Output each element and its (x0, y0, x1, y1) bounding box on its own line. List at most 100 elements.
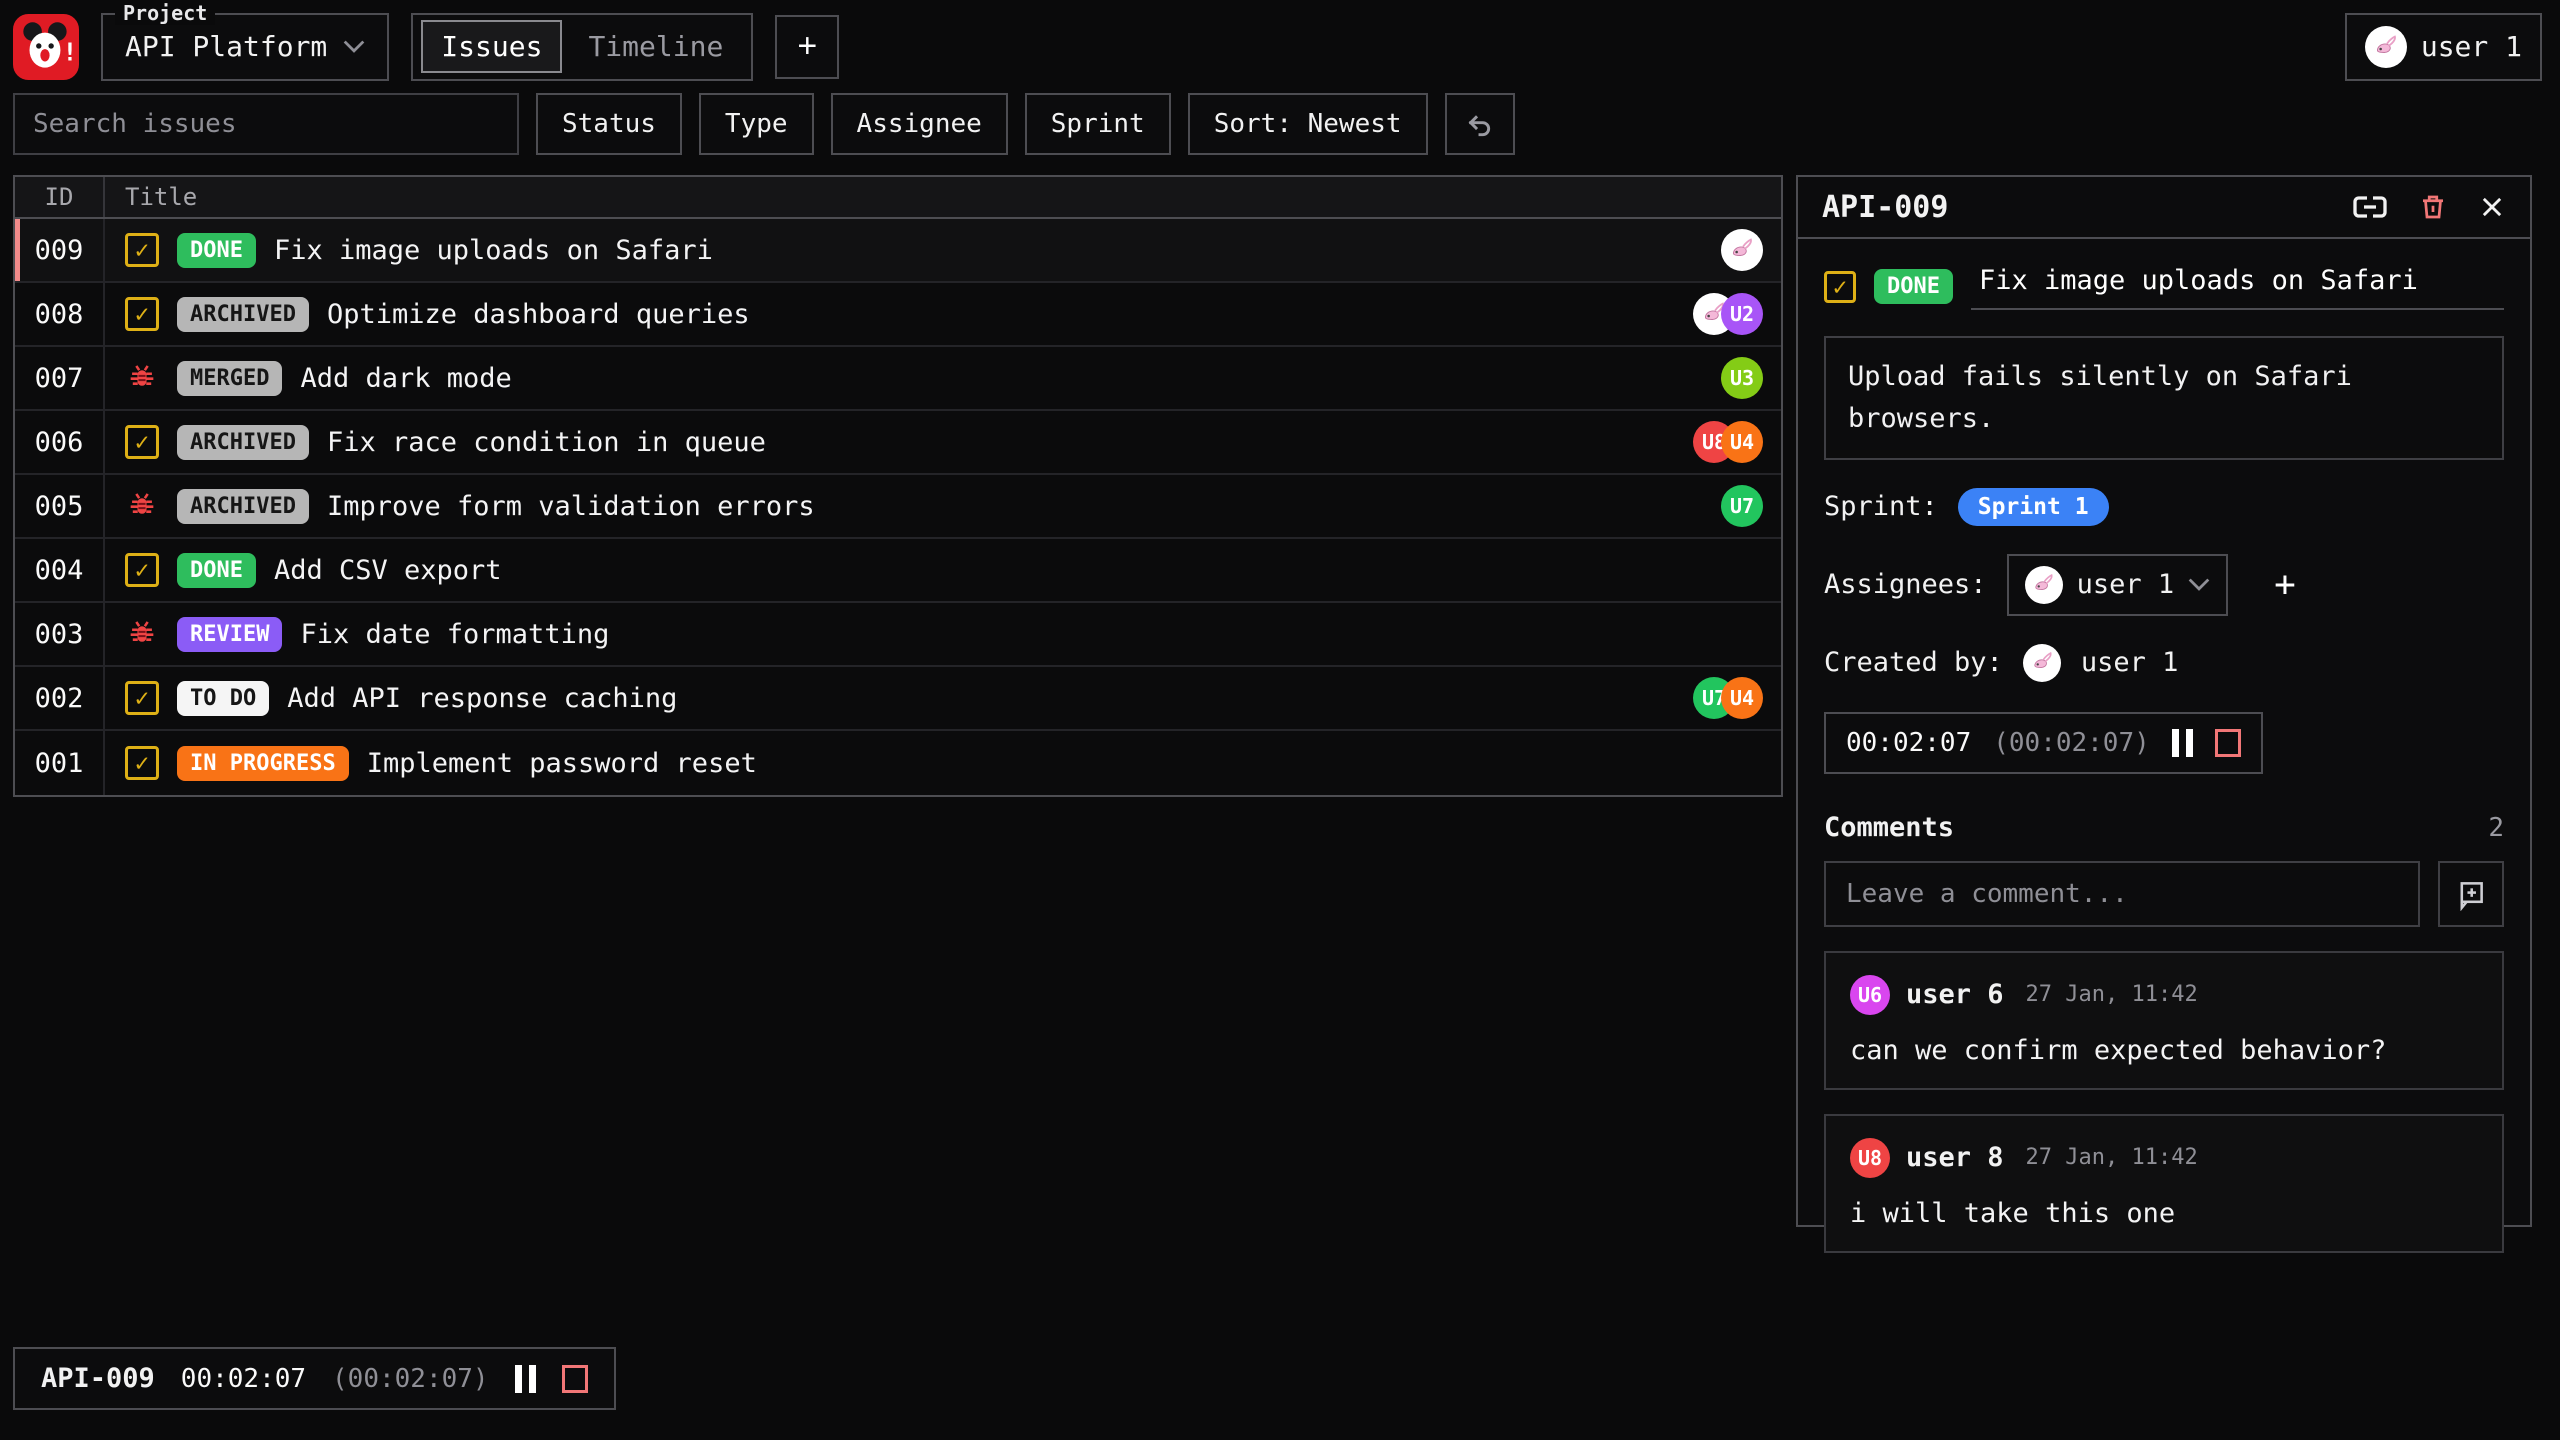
issue-title-row: ✓ DONE Fix image uploads on Safari (1824, 263, 2504, 310)
issue-id-cell: 007 (15, 347, 105, 409)
copy-link-icon[interactable] (2352, 195, 2388, 219)
issue-description[interactable]: Upload fails silently on Safari browsers… (1824, 336, 2504, 460)
table-row[interactable]: 004 ✓ DONE Add CSV export (15, 539, 1781, 603)
assignee-avatar (2025, 566, 2063, 604)
reset-filters-button[interactable] (1445, 93, 1515, 155)
comment-card: U8 user 8 27 Jan, 11:42 i will take this… (1824, 1114, 2504, 1253)
created-by-label: Created by: (1824, 647, 2003, 678)
user-avatar (2365, 26, 2407, 68)
comments-heading: Comments (1824, 812, 1954, 843)
table-row[interactable]: 002 ✓ TO DO Add API response caching U7U… (15, 667, 1781, 731)
table-row[interactable]: 008 ✓ ARCHIVED Optimize dashboard querie… (15, 283, 1781, 347)
issue-title-cell: REVIEW Fix date formatting (105, 603, 1781, 665)
commenter-avatar: U8 (1850, 1138, 1890, 1178)
issue-title-cell: ✓ IN PROGRESS Implement password reset (105, 731, 1781, 795)
commenter-avatar: U6 (1850, 975, 1890, 1015)
table-row[interactable]: 001 ✓ IN PROGRESS Implement password res… (15, 731, 1781, 795)
global-timer-bar: API-009 00:02:07 (00:02:07) (13, 1347, 616, 1410)
issue-title-cell: MERGED Add dark mode U3 (105, 347, 1781, 409)
task-checkbox-icon: ✓ (125, 297, 159, 331)
assignee-avatars: U2 (1693, 293, 1765, 335)
issue-detail-panel: API-009 ✓ DONE (1796, 175, 2532, 1227)
commenter-name: user 8 (1906, 1142, 2004, 1173)
issue-id-cell: 005 (15, 475, 105, 537)
issue-id: 009 (35, 235, 84, 266)
issue-id-cell: 004 (15, 539, 105, 601)
pause-timer-button[interactable] (2172, 729, 2193, 757)
avatar: U7 (1721, 485, 1763, 527)
comment-timestamp: 27 Jan, 11:42 (2026, 1145, 2198, 1170)
task-checkbox-icon[interactable]: ✓ (1824, 271, 1856, 303)
assignee-select[interactable]: user 1 (2007, 554, 2229, 616)
id-column-header: ID (15, 177, 105, 217)
issue-title: Fix date formatting (300, 619, 609, 650)
project-label: Project (115, 1, 215, 25)
issue-title: Optimize dashboard queries (327, 299, 750, 330)
created-by-row: Created by: user 1 (1824, 644, 2504, 682)
comment-input[interactable] (1824, 861, 2420, 927)
issue-title: Fix image uploads on Safari (274, 235, 713, 266)
sprint-label: Sprint: (1824, 491, 1938, 522)
sort-button[interactable]: Sort: Newest (1188, 93, 1428, 155)
task-checkbox-icon: ✓ (125, 553, 159, 587)
assignee-avatars: U7 (1721, 485, 1765, 527)
tab-timeline[interactable]: Timeline (568, 20, 743, 73)
issue-id-cell: 003 (15, 603, 105, 665)
issue-title: Add API response caching (287, 683, 677, 714)
stop-timer-button[interactable] (2215, 729, 2241, 757)
bug-icon (125, 489, 159, 523)
issue-id-cell: 008 (15, 283, 105, 345)
filter-bar: Status Type Assignee Sprint Sort: Newest (13, 93, 2547, 155)
bug-icon (125, 617, 159, 651)
issue-id: 002 (35, 683, 84, 714)
type-filter-button[interactable]: Type (699, 93, 814, 155)
sprint-chip[interactable]: Sprint 1 (1958, 488, 2109, 526)
stop-timer-button[interactable] (562, 1365, 588, 1393)
task-checkbox-icon: ✓ (125, 425, 159, 459)
search-input[interactable] (13, 93, 519, 155)
avatar: U2 (1721, 293, 1763, 335)
table-row[interactable]: 009 ✓ DONE Fix image uploads on Safari (15, 219, 1781, 283)
timer-total: (00:02:07) (1993, 728, 2150, 758)
table-row[interactable]: 007 MERGED Add dark mode U3 (15, 347, 1781, 411)
status-badge: REVIEW (177, 617, 282, 652)
avatar: U3 (1721, 357, 1763, 399)
status-badge: DONE (177, 553, 256, 588)
status-badge: ARCHIVED (177, 489, 309, 524)
submit-comment-button[interactable] (2438, 861, 2504, 927)
comment-text: i will take this one (1850, 1198, 2478, 1229)
add-view-button[interactable]: + (775, 15, 839, 79)
comments-count: 2 (2488, 813, 2504, 843)
issue-id: 006 (35, 427, 84, 458)
issue-id: 008 (35, 299, 84, 330)
add-assignee-button[interactable]: + (2274, 567, 2296, 603)
status-filter-button[interactable]: Status (536, 93, 682, 155)
delete-issue-icon[interactable] (2418, 191, 2448, 223)
table-row[interactable]: 006 ✓ ARCHIVED Fix race condition in que… (15, 411, 1781, 475)
task-checkbox-icon: ✓ (125, 233, 159, 267)
project-selector[interactable]: Project API Platform (101, 13, 389, 81)
tab-issues[interactable]: Issues (421, 20, 562, 73)
comment-card: U6 user 6 27 Jan, 11:42 can we confirm e… (1824, 951, 2504, 1090)
table-row[interactable]: 003 REVIEW Fix date formatting (15, 603, 1781, 667)
status-badge: DONE (177, 233, 256, 268)
close-panel-icon[interactable] (2478, 193, 2506, 221)
sprint-filter-button[interactable]: Sprint (1025, 93, 1171, 155)
issue-id: 007 (35, 363, 84, 394)
current-user-chip[interactable]: user 1 (2345, 13, 2542, 81)
sprint-row: Sprint: Sprint 1 (1824, 488, 2504, 526)
issues-table: ID Title 009 ✓ DONE Fix image uploads on… (13, 175, 1783, 797)
issue-title-field[interactable]: Fix image uploads on Safari (1971, 263, 2504, 310)
timer-issue-key: API-009 (41, 1363, 155, 1394)
undo-icon (1464, 108, 1496, 140)
table-row[interactable]: 005 ARCHIVED Improve form validation err… (15, 475, 1781, 539)
issue-id-cell: 006 (15, 411, 105, 473)
issue-title: Add CSV export (274, 555, 502, 586)
issue-title: Add dark mode (300, 363, 511, 394)
assignee-filter-button[interactable]: Assignee (831, 93, 1008, 155)
pause-timer-button[interactable] (515, 1365, 536, 1393)
issue-id: 001 (35, 748, 84, 779)
status-badge: IN PROGRESS (177, 746, 349, 781)
svg-text:!: ! (63, 37, 78, 66)
avatar (1721, 229, 1763, 271)
